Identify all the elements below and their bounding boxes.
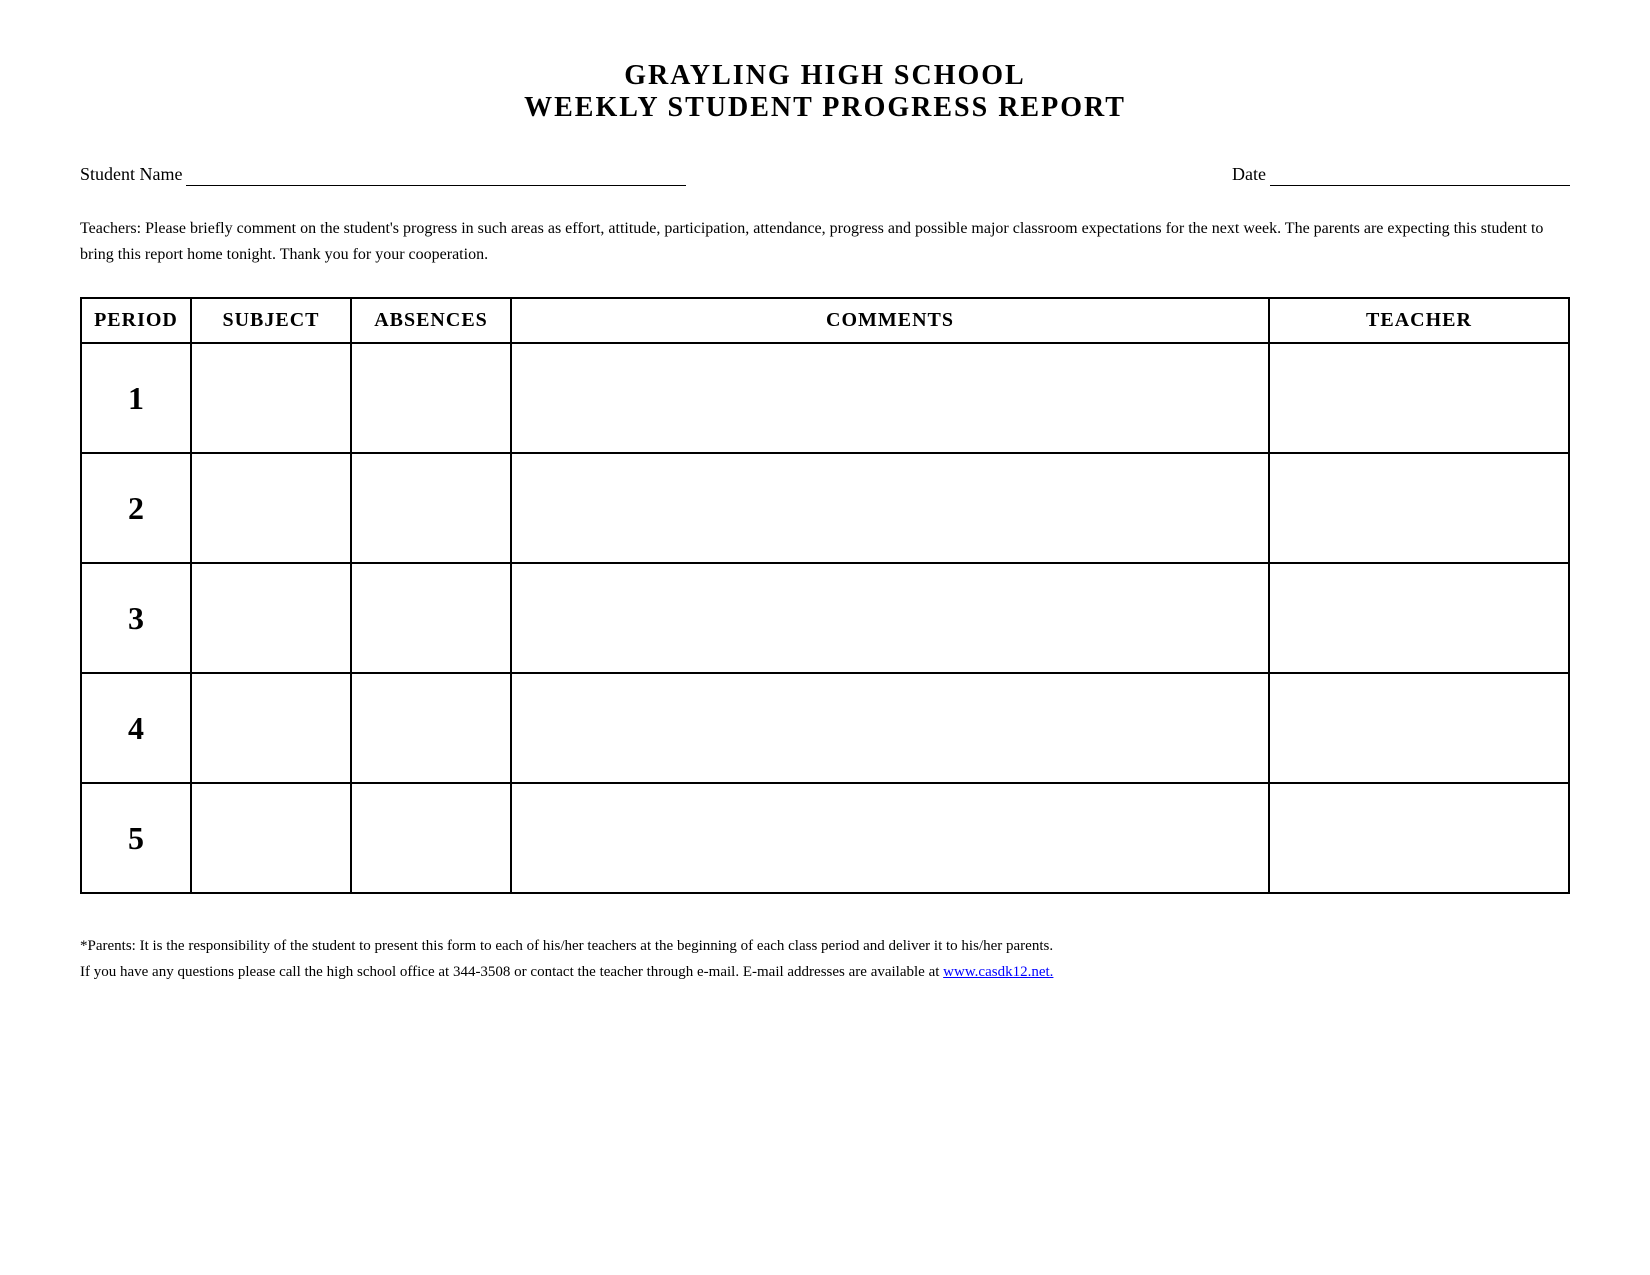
page-header: GRAYLING HIGH SCHOOL WEEKLY STUDENT PROG… <box>80 60 1570 124</box>
teacher-cell-2 <box>1269 453 1569 563</box>
subject-cell-5 <box>191 783 351 893</box>
table-row: 5 <box>81 783 1569 893</box>
teacher-cell-1 <box>1269 343 1569 453</box>
period-cell-4: 4 <box>81 673 191 783</box>
header-period: PERIOD <box>81 298 191 343</box>
comments-cell-4 <box>511 673 1269 783</box>
table-row: 1 <box>81 343 1569 453</box>
subject-cell-2 <box>191 453 351 563</box>
period-cell-5: 5 <box>81 783 191 893</box>
teacher-cell-4 <box>1269 673 1569 783</box>
header-comments: COMMENTS <box>511 298 1269 343</box>
comments-cell-1 <box>511 343 1269 453</box>
comments-cell-2 <box>511 453 1269 563</box>
table-row: 2 <box>81 453 1569 563</box>
absences-cell-1 <box>351 343 511 453</box>
subject-cell-4 <box>191 673 351 783</box>
date-field: Date <box>1232 164 1570 186</box>
subject-cell-1 <box>191 343 351 453</box>
comments-cell-5 <box>511 783 1269 893</box>
header-teacher: TEACHER <box>1269 298 1569 343</box>
period-cell-1: 1 <box>81 343 191 453</box>
progress-report-table: PERIOD SUBJECT ABSENCES COMMENTS TEACHER… <box>80 297 1570 894</box>
instructions-text: Teachers: Please briefly comment on the … <box>80 216 1570 267</box>
student-name-field: Student Name <box>80 164 686 186</box>
footer-section: *Parents: It is the responsibility of th… <box>80 934 1570 985</box>
table-header-row: PERIOD SUBJECT ABSENCES COMMENTS TEACHER <box>81 298 1569 343</box>
report-title: WEEKLY STUDENT PROGRESS REPORT <box>80 92 1570 124</box>
absences-cell-4 <box>351 673 511 783</box>
date-label: Date <box>1232 164 1266 185</box>
student-info-section: Student Name Date <box>80 164 1570 186</box>
student-name-label: Student Name <box>80 164 182 185</box>
header-absences: ABSENCES <box>351 298 511 343</box>
footer-line2: If you have any questions please call th… <box>80 960 1570 986</box>
period-cell-2: 2 <box>81 453 191 563</box>
table-row: 3 <box>81 563 1569 673</box>
header-subject: SUBJECT <box>191 298 351 343</box>
period-cell-3: 3 <box>81 563 191 673</box>
subject-cell-3 <box>191 563 351 673</box>
table-row: 4 <box>81 673 1569 783</box>
absences-cell-2 <box>351 453 511 563</box>
comments-cell-3 <box>511 563 1269 673</box>
footer-line1: *Parents: It is the responsibility of th… <box>80 934 1570 960</box>
absences-cell-3 <box>351 563 511 673</box>
date-underline <box>1270 164 1570 186</box>
teacher-cell-5 <box>1269 783 1569 893</box>
footer-text2: If you have any questions please call th… <box>80 964 943 980</box>
teacher-cell-3 <box>1269 563 1569 673</box>
absences-cell-5 <box>351 783 511 893</box>
footer-link[interactable]: www.casdk12.net. <box>943 964 1053 980</box>
school-name: GRAYLING HIGH SCHOOL <box>80 60 1570 92</box>
student-name-underline <box>186 164 686 186</box>
